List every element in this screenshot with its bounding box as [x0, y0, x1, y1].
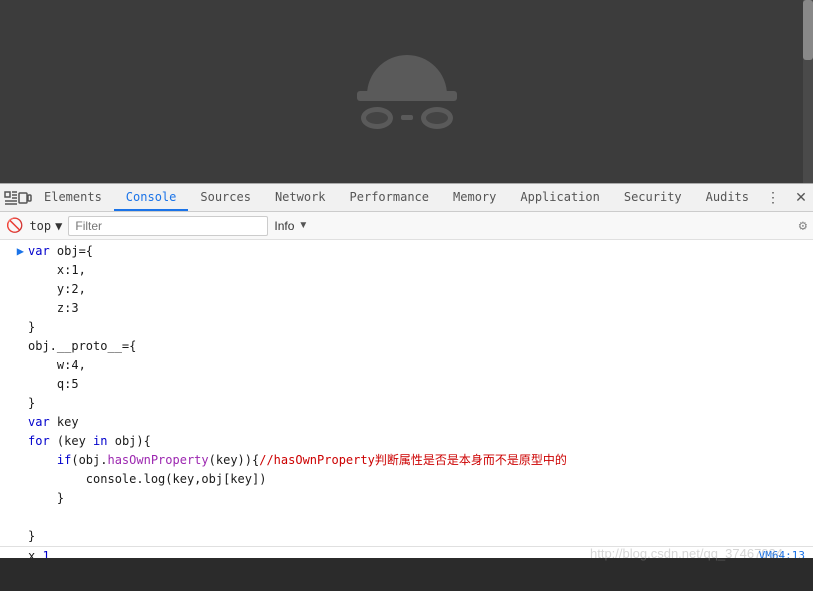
source-link-x[interactable]: VM64:13	[759, 548, 805, 558]
line-content: w:4,	[28, 357, 805, 373]
console-line-blank	[0, 508, 813, 527]
inspect-element-button[interactable]	[4, 186, 18, 210]
tab-elements[interactable]: Elements	[32, 184, 114, 211]
line-content: }	[28, 395, 805, 411]
tab-network[interactable]: Network	[263, 184, 338, 211]
line-content: }	[28, 528, 805, 544]
page-scrollbar[interactable]	[803, 0, 813, 183]
log-level-dropdown[interactable]: Info ▼	[274, 219, 308, 233]
console-line-10: var key	[0, 413, 813, 432]
devtools-toolbar: Elements Console Sources Network Perform…	[0, 184, 813, 212]
incognito-hat	[367, 55, 447, 95]
context-arrow: ▼	[55, 219, 62, 233]
line-content: var obj={	[28, 243, 805, 259]
line-content: q:5	[28, 376, 805, 392]
line-content: x 1	[28, 548, 759, 558]
console-line-3: y:2,	[0, 280, 813, 299]
console-line-11: for (key in obj){	[0, 432, 813, 451]
close-devtools-button[interactable]: ✕	[789, 186, 813, 210]
console-output[interactable]: ▶ var obj={ x:1, y:2, z:3 } obj.__proto_…	[0, 240, 813, 558]
line-content	[28, 509, 805, 525]
line-prefix: ▶	[8, 243, 24, 259]
tab-sources[interactable]: Sources	[188, 184, 263, 211]
console-line-13: console.log(key,obj[key])	[0, 470, 813, 489]
log-level-label: Info	[274, 219, 294, 233]
line-content: console.log(key,obj[key])	[28, 471, 805, 487]
incognito-glasses	[361, 107, 453, 129]
devtools-tabs: Elements Console Sources Network Perform…	[32, 184, 761, 211]
console-line-14: }	[0, 489, 813, 508]
console-toolbar: 🚫 top ▼ Info ▼ ⚙	[0, 212, 813, 240]
scrollbar-thumb[interactable]	[803, 0, 813, 60]
console-line-9: }	[0, 394, 813, 413]
console-line-12: if(obj.hasOwnProperty(key)){//hasOwnProp…	[0, 451, 813, 470]
tab-memory[interactable]: Memory	[441, 184, 508, 211]
line-content: y:2,	[28, 281, 805, 297]
console-output-x: x 1 VM64:13	[0, 546, 813, 558]
line-content: }	[28, 319, 805, 335]
line-content: }	[28, 490, 805, 506]
glass-left	[361, 107, 393, 129]
dropdown-arrow-icon: ▼	[298, 220, 308, 231]
console-line-8: q:5	[0, 375, 813, 394]
context-label: top	[29, 219, 51, 233]
incognito-logo	[361, 55, 453, 129]
glass-right	[421, 107, 453, 129]
browser-page	[0, 0, 813, 183]
devtools-panel: Elements Console Sources Network Perform…	[0, 183, 813, 558]
line-content: x:1,	[28, 262, 805, 278]
tab-performance[interactable]: Performance	[338, 184, 441, 211]
console-settings-icon[interactable]: ⚙	[799, 218, 807, 234]
console-line-4: z:3	[0, 299, 813, 318]
line-content: obj.__proto__={	[28, 338, 805, 354]
glass-bridge	[401, 115, 413, 120]
line-content: for (key in obj){	[28, 433, 805, 449]
console-context-selector[interactable]: top ▼	[29, 219, 62, 233]
console-line-2: x:1,	[0, 261, 813, 280]
console-line-1: ▶ var obj={	[0, 242, 813, 261]
line-content: if(obj.hasOwnProperty(key)){//hasOwnProp…	[28, 452, 805, 468]
tab-security[interactable]: Security	[612, 184, 694, 211]
clear-console-icon[interactable]: 🚫	[6, 218, 23, 234]
tab-application[interactable]: Application	[508, 184, 611, 211]
tab-audits[interactable]: Audits	[694, 184, 761, 211]
device-mode-button[interactable]	[18, 186, 32, 210]
console-line-6: obj.__proto__={	[0, 337, 813, 356]
toolbar-right: ⋮ ✕	[761, 186, 813, 210]
line-content: z:3	[28, 300, 805, 316]
console-line-7: w:4,	[0, 356, 813, 375]
console-line-5: }	[0, 318, 813, 337]
line-content: var key	[28, 414, 805, 430]
more-tools-button[interactable]: ⋮	[761, 186, 785, 210]
console-line-15: }	[0, 527, 813, 546]
console-filter-input[interactable]	[68, 216, 268, 236]
tab-console[interactable]: Console	[114, 184, 189, 211]
